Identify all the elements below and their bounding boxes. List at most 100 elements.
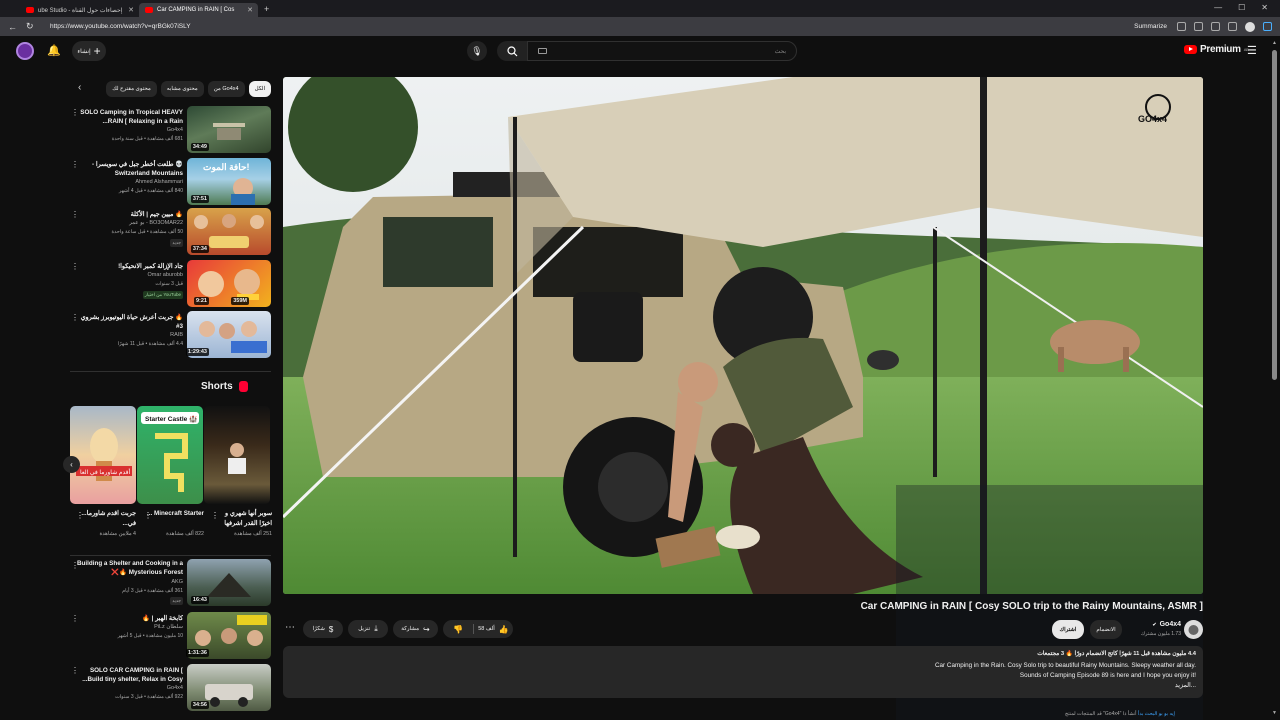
close-window-icon[interactable]: ✕ (1261, 3, 1268, 12)
video-title[interactable]: 💀 طلعت أخطر جبل في سويسرا - Switzerland … (75, 160, 183, 178)
like-icon[interactable]: 👍 (499, 625, 509, 634)
profile-icon[interactable] (1245, 21, 1255, 32)
channel-name[interactable]: سلطان PiLz (75, 624, 183, 630)
translate-icon[interactable] (1194, 22, 1203, 31)
more-actions-icon[interactable]: ⋯ (285, 622, 295, 633)
list-item[interactable]: ⋮ 🔥 ميين جيم | الأكلة BO3OMAR22 - بو عمر… (70, 208, 271, 256)
notifications-bell-icon[interactable]: 🔔 (47, 44, 61, 57)
video-player[interactable]: GO4x4 (283, 77, 1203, 594)
video-meta: 4.4 ألف مشاهدة • قبل 11 شهرًا (117, 341, 183, 347)
thanks-button[interactable]: شكرًا $ (303, 620, 343, 638)
shorts-title: Shorts (201, 381, 233, 392)
duration-badge: 9:21 (193, 297, 209, 305)
browser-tab-video[interactable]: Car CAMPING in RAIN [ Cos ✕ (139, 3, 258, 17)
channel-name[interactable]: BO3OMAR22 - بو عمر (75, 220, 183, 226)
close-tab-icon[interactable]: ✕ (247, 6, 253, 14)
chip-similar[interactable]: محتوى مشابه (160, 81, 204, 97)
short-title[interactable]: Minecraft Starter ... (144, 509, 204, 519)
channel-name[interactable]: AKG (75, 579, 183, 585)
short-title[interactable]: سوبر أنها شهري و اخيرًا القدر اشرفها (212, 509, 272, 529)
download-label: تنزيل (358, 626, 371, 632)
youtube-header: 🔔 إنشاء + 🎙 بحث Premium AE ☰ (0, 36, 1270, 66)
show-more-link[interactable]: ...المزيد (1175, 682, 1196, 689)
reload-icon[interactable]: ↻ (26, 21, 36, 32)
scroll-down-icon[interactable]: ▼ (1272, 710, 1277, 716)
video-title[interactable]: SOLO CAR CAMPING in RAIN [ Build tiny sh… (75, 666, 183, 684)
video-title[interactable]: Building a Shelter and Cooking in a Myst… (75, 559, 183, 577)
list-item[interactable]: ⋮ كابخة الهبر | 🔥 سلطان PiLz 10 مليون مش… (70, 612, 271, 660)
youtube-logo-icon (1184, 45, 1197, 54)
page-scrollbar[interactable]: ▲ ▼ (1270, 36, 1280, 720)
short-thumbnail[interactable]: أقدم شاورما في العا (70, 406, 136, 504)
channel-name[interactable]: ✔ Go4x4 (1152, 621, 1181, 628)
video-meta: 361 ألف مشاهدة • قبل 3 أيام (122, 588, 183, 594)
channel-name[interactable]: RAIB (75, 332, 183, 338)
reader-icon[interactable] (1177, 22, 1186, 31)
dislike-icon[interactable]: 👎 (447, 625, 469, 634)
list-item[interactable]: ⋮ SOLO CAR CAMPING in RAIN [ Build tiny … (70, 664, 271, 712)
duration-badge: 16:43 (190, 596, 209, 604)
copilot-icon[interactable] (1263, 22, 1272, 31)
extensions-icon[interactable] (1228, 22, 1237, 31)
short-thumbnail[interactable]: Starter Castle 🏰 (137, 406, 203, 504)
video-title[interactable]: كابخة الهبر | 🔥 (75, 614, 183, 623)
subscribe-button[interactable]: اشتراك (1052, 620, 1084, 639)
thanks-label: شكرًا (312, 626, 325, 632)
list-item[interactable]: ⋮ 💀 طلعت أخطر جبل في سويسرا - Switzerlan… (70, 158, 271, 206)
minimize-icon[interactable]: — (1214, 3, 1222, 12)
short-thumbnail[interactable] (204, 406, 270, 504)
duration-badge: 37:51 (190, 195, 209, 203)
voice-search-icon[interactable]: 🎙 (467, 41, 487, 61)
create-button[interactable]: إنشاء + (72, 41, 106, 61)
channel-avatar[interactable] (1184, 620, 1203, 639)
keyboard-icon[interactable] (538, 48, 547, 54)
plus-icon: + (93, 44, 101, 58)
chip-from-channel[interactable]: من Go4x4 (207, 81, 245, 97)
video-title: Car CAMPING in RAIN [ Cosy SOLO trip to … (860, 601, 1203, 612)
video-title[interactable]: SOLO Camping in Tropical HEAVY RAIN [ Re… (75, 108, 183, 126)
video-title[interactable]: 🔥 ميين جيم | الأكلة (75, 210, 183, 219)
star-icon[interactable] (1211, 22, 1220, 31)
search-input[interactable]: بحث (527, 41, 797, 61)
new-tab-icon[interactable]: + (264, 4, 269, 14)
hamburger-menu-icon[interactable]: ☰ (1247, 44, 1257, 57)
scrollbar-thumb[interactable] (1272, 50, 1277, 380)
list-item[interactable]: ⋮ SOLO Camping in Tropical HEAVY RAIN [ … (70, 106, 271, 154)
video-meta: 50 ألف مشاهدة • قبل ساعة واحدة (111, 229, 183, 235)
channel-name[interactable]: Ahmed Alshammari (75, 179, 183, 185)
footer-link[interactable]: إيه بو بو البحث بدأ (1138, 711, 1175, 717)
browser-tab-studio[interactable]: ube Studio - إحصاءات حول القناة ✕ (20, 3, 139, 17)
close-tab-icon[interactable]: ✕ (128, 6, 134, 14)
short-title[interactable]: جربت اقدم شاورما... في... (76, 509, 136, 529)
list-item[interactable]: ⋮ جاد الإزالة كمبر الانحيكوا! Omar aburo… (70, 260, 271, 308)
channel-name[interactable]: Go4x4 (75, 685, 183, 691)
channel-row: اشتراك الانضمام ✔ Go4x4 1.73 مليون مشترك (1050, 620, 1203, 640)
share-button[interactable]: مشاركة ↪ (393, 620, 438, 638)
list-item[interactable]: ⋮ Building a Shelter and Cooking in a My… (70, 559, 271, 607)
youtube-premium-logo[interactable]: Premium AE (1184, 44, 1249, 55)
back-icon[interactable]: ← (8, 22, 18, 32)
video-meta: 840 ألف مشاهدة • قبل 4 أشهر (118, 188, 183, 194)
create-label: إنشاء (77, 48, 91, 55)
chevron-left-icon[interactable]: ‹ (63, 456, 80, 473)
chevron-left-icon[interactable]: ‹ (78, 82, 81, 93)
video-title[interactable]: 🔥 جربت أعرش حياة اليوتيوبرز بشروي 3# (75, 313, 183, 331)
svg-text:حافة الموت!: حافة الموت! (203, 162, 250, 173)
summarize-button[interactable]: Summarize (1134, 23, 1167, 30)
list-item[interactable]: ⋮ 🔥 جربت أعرش حياة اليوتيوبرز بشروي 3# R… (70, 311, 271, 359)
channel-name[interactable]: Omar aburobb (75, 272, 183, 278)
maximize-icon[interactable]: ☐ (1238, 3, 1245, 12)
search-icon[interactable] (497, 41, 527, 61)
download-button[interactable]: تنزيل ⤓ (348, 620, 388, 638)
join-button[interactable]: الانضمام (1090, 620, 1122, 639)
address-bar: ← ↻ https://www.youtube.com/watch?v=qrBG… (0, 17, 1280, 36)
description-box[interactable]: 4.4 مليون مشاهدة قبل 11 شهرًا كاتج الانض… (283, 646, 1203, 698)
scroll-up-icon[interactable]: ▲ (1272, 40, 1277, 46)
channel-name[interactable]: Go4x4 (75, 127, 183, 133)
window-controls: — ☐ ✕ (1202, 0, 1280, 15)
url-field[interactable]: https://www.youtube.com/watch?v=qrBGk07i… (50, 23, 1134, 30)
chip-all[interactable]: الكل (248, 81, 271, 97)
chip-recommended[interactable]: محتوى مقترح لك (106, 81, 157, 97)
video-title[interactable]: جاد الإزالة كمبر الانحيكوا! (75, 262, 183, 271)
account-avatar[interactable] (16, 42, 34, 60)
